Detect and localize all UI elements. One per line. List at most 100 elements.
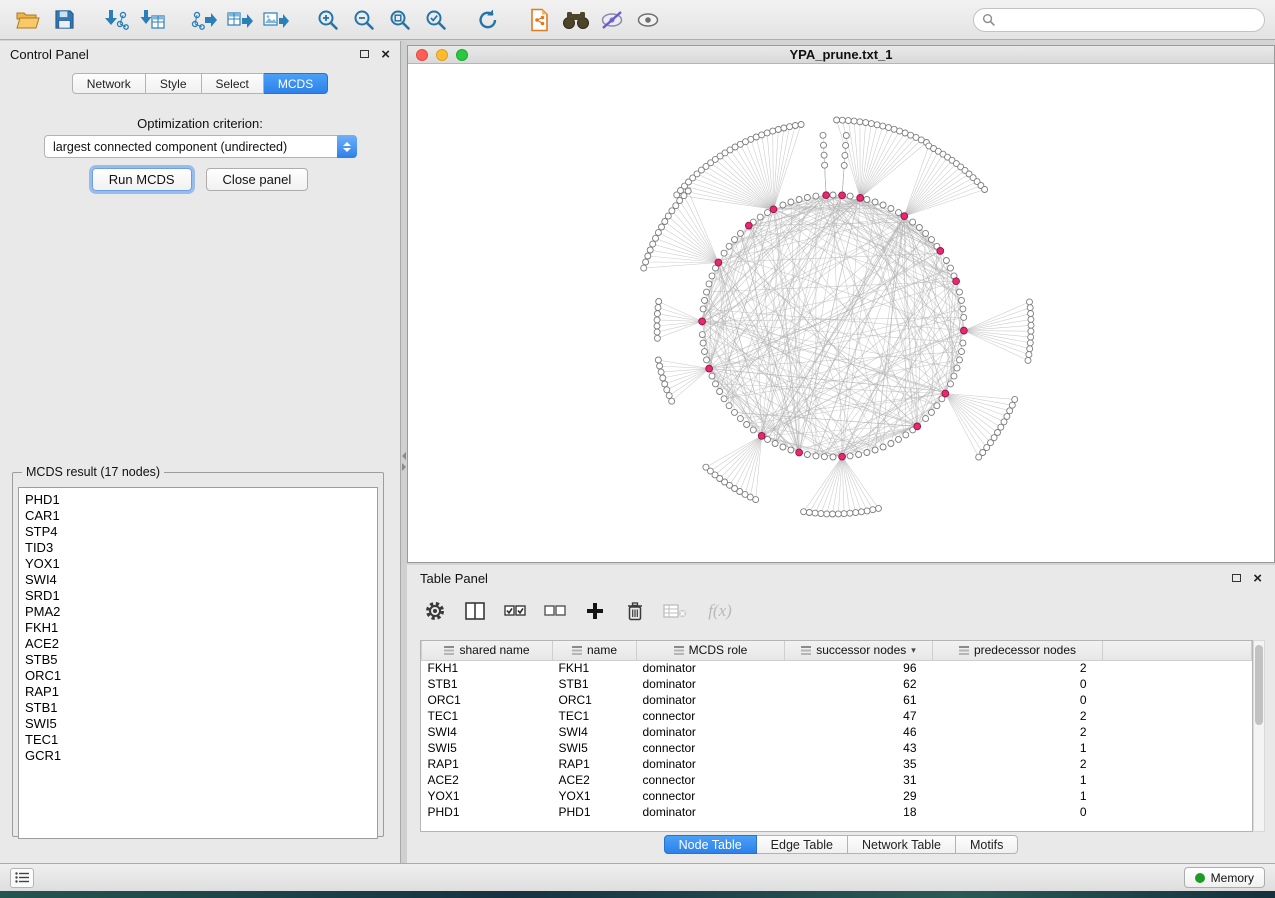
tab-node-table[interactable]: Node Table xyxy=(664,835,757,854)
mcds-result-item[interactable]: FKH1 xyxy=(25,620,371,636)
create-column-button[interactable] xyxy=(580,596,610,626)
hide-eye-slash-icon xyxy=(600,9,624,31)
table-row[interactable]: ORC1ORC1dominator610 xyxy=(422,692,1252,708)
tab-network-table[interactable]: Network Table xyxy=(848,835,956,854)
import-network-button[interactable] xyxy=(98,4,134,36)
table-row[interactable]: ACE2ACE2connector311 xyxy=(422,772,1252,788)
run-mcds-button[interactable]: Run MCDS xyxy=(92,168,192,191)
table-row[interactable]: TEC1TEC1connector472 xyxy=(422,708,1252,724)
float-table-panel-icon[interactable] xyxy=(1232,574,1241,582)
mcds-result-item[interactable]: PHD1 xyxy=(25,492,371,508)
search-input[interactable] xyxy=(1000,13,1256,27)
zoom-in-button[interactable] xyxy=(310,4,346,36)
hide-selected-button[interactable] xyxy=(594,4,630,36)
show-columns-button[interactable] xyxy=(460,596,490,626)
cell-filler xyxy=(1103,788,1252,804)
table-row[interactable]: YOX1YOX1connector291 xyxy=(422,788,1252,804)
mcds-result-item[interactable]: SWI5 xyxy=(25,716,371,732)
export-network-button[interactable] xyxy=(186,4,222,36)
column-grid-icon xyxy=(444,646,454,655)
table-panel-header: Table Panel × xyxy=(407,565,1275,591)
deselect-all-columns-button[interactable] xyxy=(540,596,570,626)
select-all-columns-button[interactable] xyxy=(500,596,530,626)
task-history-button[interactable] xyxy=(10,868,34,888)
import-table-button[interactable] xyxy=(134,4,170,36)
tab-mcds[interactable]: MCDS xyxy=(264,73,328,94)
export-image-button[interactable] xyxy=(258,4,294,36)
mcds-result-item[interactable]: GCR1 xyxy=(25,748,371,764)
zoom-selected-button[interactable] xyxy=(418,4,454,36)
mcds-result-item[interactable]: ACE2 xyxy=(25,636,371,652)
zoom-fit-button[interactable] xyxy=(382,4,418,36)
column-grid-icon xyxy=(572,646,582,655)
mcds-result-item[interactable]: STP4 xyxy=(25,524,371,540)
control-panel-tabs: Network Style Select MCDS xyxy=(0,73,400,94)
close-panel-icon[interactable]: × xyxy=(381,47,390,62)
table-delete-icon xyxy=(663,604,687,618)
criterion-select[interactable]: largest connected component (undirected) xyxy=(44,135,357,158)
zoom-out-button[interactable] xyxy=(346,4,382,36)
mcds-result-item[interactable]: STB1 xyxy=(25,700,371,716)
tab-select[interactable]: Select xyxy=(202,73,264,94)
col-header-name[interactable]: name xyxy=(553,641,637,660)
col-header-shared-name[interactable]: shared name xyxy=(422,641,553,660)
tab-style[interactable]: Style xyxy=(146,73,202,94)
mcds-result-item[interactable]: STB5 xyxy=(25,652,371,668)
tab-edge-table[interactable]: Edge Table xyxy=(757,835,848,854)
cell-shared-name: STB1 xyxy=(422,676,553,692)
tab-motifs[interactable]: Motifs xyxy=(956,835,1018,854)
mcds-result-item[interactable]: SWI4 xyxy=(25,572,371,588)
cell-name: STB1 xyxy=(553,676,637,692)
find-button[interactable] xyxy=(558,4,594,36)
copy-style-button[interactable] xyxy=(522,4,558,36)
col-header-predecessor-nodes[interactable]: predecessor nodes xyxy=(933,641,1103,660)
table-row[interactable]: STB1STB1dominator620 xyxy=(422,676,1252,692)
delete-table-button[interactable] xyxy=(660,596,690,626)
col-header-mcds-role[interactable]: MCDS role xyxy=(637,641,785,660)
close-table-panel-icon[interactable]: × xyxy=(1253,571,1262,586)
delete-column-button[interactable] xyxy=(620,596,650,626)
cell-name: SWI4 xyxy=(553,724,637,740)
mcds-result-item[interactable]: ORC1 xyxy=(25,668,371,684)
mcds-result-item[interactable]: YOX1 xyxy=(25,556,371,572)
cell-shared-name: SWI5 xyxy=(422,740,553,756)
show-all-button[interactable] xyxy=(630,4,666,36)
memory-button[interactable]: Memory xyxy=(1184,867,1265,888)
network-canvas[interactable] xyxy=(408,64,1274,562)
table-row[interactable]: SWI4SWI4dominator462 xyxy=(422,724,1252,740)
import-network-icon xyxy=(103,9,129,31)
apply-layout-button[interactable] xyxy=(470,4,506,36)
mcds-result-item[interactable]: CAR1 xyxy=(25,508,371,524)
table-row[interactable]: FKH1FKH1dominator962 xyxy=(422,660,1252,676)
cell-predecessor-nodes: 0 xyxy=(933,804,1103,820)
save-session-button[interactable] xyxy=(46,4,82,36)
mcds-result-list[interactable]: PHD1CAR1STP4TID3YOX1SWI4SRD1PMA2FKH1ACE2… xyxy=(18,487,378,839)
mcds-result-item[interactable]: PMA2 xyxy=(25,604,371,620)
unchecked-boxes-icon xyxy=(544,604,566,618)
list-icon xyxy=(15,872,29,883)
cell-mcds-role: connector xyxy=(637,772,785,788)
scrollbar-thumb[interactable] xyxy=(1255,645,1263,725)
table-row[interactable]: PHD1PHD1dominator180 xyxy=(422,804,1252,820)
cell-filler xyxy=(1103,740,1252,756)
function-builder-button[interactable]: f(x) xyxy=(700,596,740,626)
col-header-successor-nodes[interactable]: successor nodes ▾ xyxy=(785,641,933,660)
table-row[interactable]: RAP1RAP1dominator352 xyxy=(422,756,1252,772)
zoom-fit-icon xyxy=(388,8,412,32)
mcds-result-item[interactable]: TID3 xyxy=(25,540,371,556)
cell-mcds-role: dominator xyxy=(637,724,785,740)
export-table-button[interactable] xyxy=(222,4,258,36)
tab-network[interactable]: Network xyxy=(72,73,146,94)
close-panel-button[interactable]: Close panel xyxy=(206,168,309,191)
mcds-result-item[interactable]: TEC1 xyxy=(25,732,371,748)
cell-predecessor-nodes: 2 xyxy=(933,660,1103,676)
table-row[interactable]: SWI5SWI5connector431 xyxy=(422,740,1252,756)
float-panel-icon[interactable] xyxy=(360,50,369,58)
cell-filler xyxy=(1103,804,1252,820)
table-scrollbar[interactable] xyxy=(1253,640,1265,832)
table-settings-button[interactable] xyxy=(420,596,450,626)
mcds-result-item[interactable]: RAP1 xyxy=(25,684,371,700)
search-box[interactable] xyxy=(973,8,1265,32)
open-file-button[interactable] xyxy=(10,4,46,36)
mcds-result-item[interactable]: SRD1 xyxy=(25,588,371,604)
